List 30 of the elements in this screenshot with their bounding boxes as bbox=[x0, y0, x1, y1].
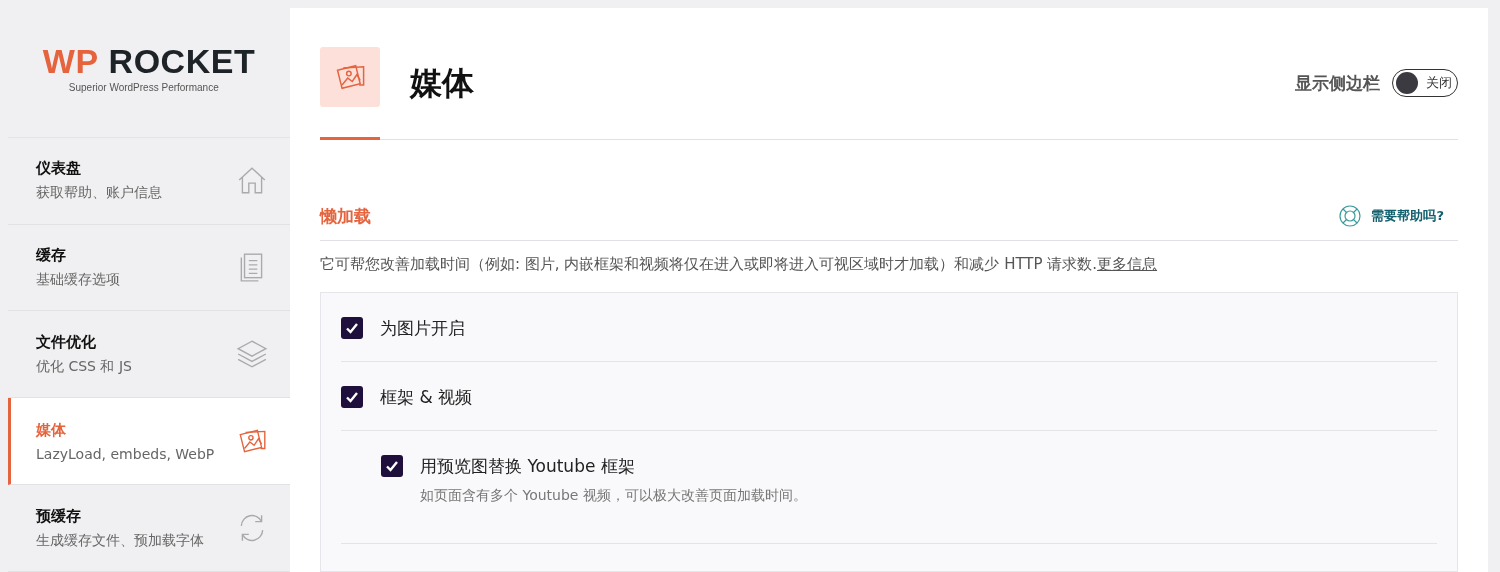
checkmark-icon bbox=[345, 321, 359, 335]
lifebuoy-icon bbox=[1339, 205, 1362, 227]
checkmark-icon bbox=[385, 459, 399, 473]
option-description: 如页面含有多个 Youtube 视频，可以极大改善页面加载时间。 bbox=[420, 487, 807, 505]
option-label: 框架 & 视频 bbox=[380, 386, 473, 408]
toggle-label: 显示侧边栏 bbox=[1295, 71, 1380, 95]
logo: WP ROCKET Superior WordPress Performance bbox=[42, 43, 256, 93]
help-link[interactable]: 需要帮助吗? bbox=[1339, 205, 1444, 227]
option-label: 为图片开启 bbox=[380, 317, 465, 339]
sidebar-item-subtitle: LazyLoad, embeds, WebP bbox=[36, 445, 215, 462]
more-info-link[interactable]: 更多信息 bbox=[1097, 255, 1158, 273]
sidebar-item-title: 预缓存 bbox=[36, 506, 82, 526]
checkbox[interactable] bbox=[341, 386, 363, 408]
sidebar-item-subtitle: 生成缓存文件、预加载字体 bbox=[36, 531, 204, 550]
checkbox[interactable] bbox=[381, 455, 403, 477]
sidebar-item-subtitle: 优化 CSS 和 JS bbox=[36, 357, 132, 376]
sidebar-item-title: 仪表盘 bbox=[36, 159, 82, 179]
page-title: 媒体 bbox=[410, 63, 475, 104]
sidebar-item-title: 媒体 bbox=[36, 420, 67, 440]
checkbox[interactable] bbox=[341, 317, 363, 339]
section-title: 懒加载 bbox=[320, 204, 371, 228]
option-label: 用预览图替换 Youtube 框架 bbox=[420, 455, 636, 477]
sidebar-item-title: 缓存 bbox=[36, 245, 67, 265]
sidebar-item-subtitle: 基础缓存选项 bbox=[36, 270, 120, 289]
section-description: 它可帮您改善加载时间（例如: 图片, 内嵌框架和视频将仅在进入或即将进入可视区域时才加载）和减少 HTTP 请求数.更多信息 bbox=[320, 255, 1159, 274]
sidebar-toggle[interactable]: 关闭 bbox=[1392, 69, 1458, 97]
sidebar-item[interactable]: 媒体 LazyLoad, embeds, WebP bbox=[8, 398, 290, 486]
sidebar-item-subtitle: 获取帮助、账户信息 bbox=[36, 184, 162, 203]
sidebar-item-title: 文件优化 bbox=[36, 332, 97, 352]
checkmark-icon bbox=[345, 390, 359, 404]
